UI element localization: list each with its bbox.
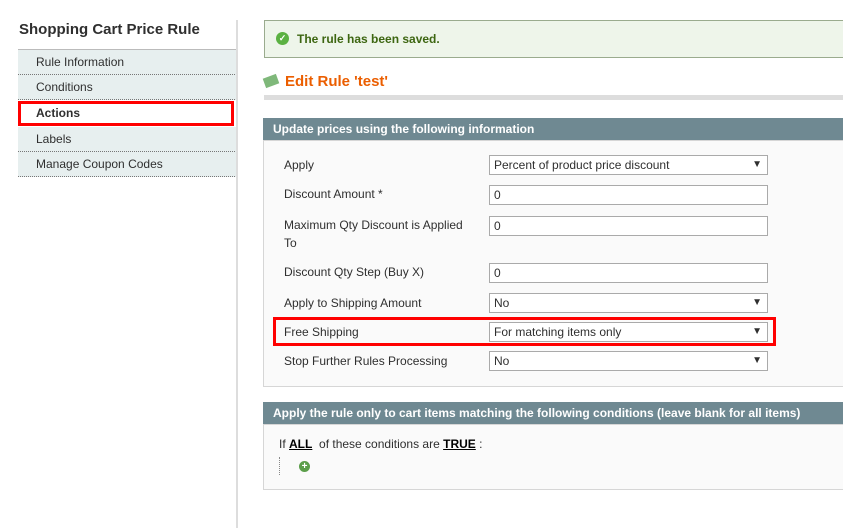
success-text: The rule has been saved. [297, 32, 440, 46]
tree-line [279, 457, 280, 475]
sidebar-title: Shopping Cart Price Rule [19, 21, 200, 38]
apply-value: Percent of product price discount [494, 158, 670, 172]
success-message: ✓ The rule has been saved. [264, 20, 843, 58]
conditions-sentence: If ALL of these conditions are TRUE : [279, 437, 482, 451]
page-title-text: Edit Rule 'test' [285, 73, 388, 90]
max-qty-input[interactable]: 0 [489, 216, 768, 236]
discount-amount-label: Discount Amount * [284, 187, 383, 201]
tab-actions[interactable]: Actions [18, 101, 234, 126]
money-icon [262, 73, 280, 89]
dropdown-arrow-icon: ▼ [752, 297, 762, 308]
page-title: Edit Rule 'test' [262, 73, 388, 90]
sidebar-tabs: Rule Information Conditions Actions Labe… [18, 49, 237, 177]
max-qty-label: Maximum Qty Discount is Applied To [284, 218, 463, 250]
dropdown-arrow-icon: ▼ [752, 159, 762, 170]
prefix-text: If [279, 437, 286, 451]
suffix-text: : [479, 437, 483, 451]
value-link[interactable]: TRUE [443, 437, 476, 451]
divider [236, 20, 238, 528]
discount-qty-step-input[interactable]: 0 [489, 263, 768, 283]
conditions-fieldset [263, 424, 843, 490]
discount-amount-input[interactable]: 0 [489, 185, 768, 205]
tab-rule-information[interactable]: Rule Information [18, 50, 237, 75]
highlight-box [273, 317, 776, 346]
add-condition-icon[interactable]: + [299, 461, 310, 472]
tab-manage-coupon-codes[interactable]: Manage Coupon Codes [18, 152, 237, 177]
stop-rules-label: Stop Further Rules Processing [284, 354, 448, 368]
discount-qty-step-label: Discount Qty Step (Buy X) [284, 265, 425, 279]
success-check-icon: ✓ [276, 32, 289, 45]
divider [264, 95, 843, 100]
tab-labels[interactable]: Labels [18, 127, 237, 152]
middle-text: of these conditions are [319, 437, 440, 451]
apply-to-shipping-value: No [494, 296, 510, 310]
aggregator-link[interactable]: ALL [289, 437, 312, 451]
apply-to-shipping-label: Apply to Shipping Amount [284, 296, 422, 310]
apply-label: Apply [284, 158, 315, 172]
dropdown-arrow-icon: ▼ [752, 355, 762, 366]
stop-rules-select[interactable]: No ▼ [489, 351, 768, 371]
tab-conditions[interactable]: Conditions [18, 75, 237, 100]
conditions-fieldset-header: Apply the rule only to cart items matchi… [263, 402, 843, 424]
apply-select[interactable]: Percent of product price discount ▼ [489, 155, 768, 175]
apply-to-shipping-select[interactable]: No ▼ [489, 293, 768, 313]
stop-rules-value: No [494, 354, 510, 368]
actions-fieldset-header: Update prices using the following inform… [263, 118, 843, 140]
